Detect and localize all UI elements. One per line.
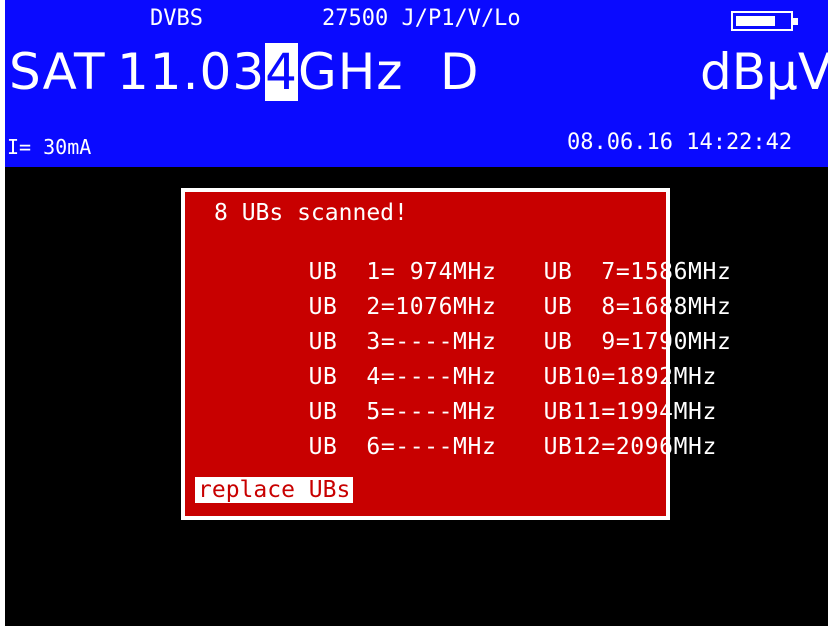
battery-tip [793,18,798,25]
meter-screen: DVBS 27500 J/P1/V/Lo SAT 11.034GHz D dBµ… [0,0,828,626]
demod-flag: D [440,43,479,101]
ub-entry: UB12=2096MHz [543,434,717,460]
frequency-unit: GHz [297,43,404,101]
battery-icon [731,11,798,31]
band-label: SAT [9,43,106,101]
status-header: DVBS 27500 J/P1/V/Lo SAT 11.034GHz D dBµ… [5,0,828,167]
signal-params: 27500 J/P1/V/Lo [322,6,521,31]
ub-row: UB 6=----MHz UB12=2096MHz [193,408,717,486]
level-unit: dBµV [700,43,828,101]
frequency-digits: 11.03 [117,43,266,101]
battery-level-fill [736,16,775,26]
display-area: DVBS 27500 J/P1/V/Lo SAT 11.034GHz D dBµ… [5,0,828,626]
scan-result-message: 8 UBs scanned! [214,200,408,226]
frequency-readout[interactable]: 11.034GHz [117,43,404,101]
modulation-mode: DVBS [150,6,203,31]
ub-scan-dialog: 8 UBs scanned! UB 1= 974MHz UB 7=1586MHz … [181,188,731,520]
lnb-current: I= 30mA [7,135,92,159]
ub-entry: UB 6=----MHz [308,434,497,460]
frequency-cursor-digit[interactable]: 4 [265,43,298,101]
date-time: 08.06.16 14:22:42 [567,130,793,155]
replace-ubs-button[interactable]: replace UBs [195,477,354,503]
